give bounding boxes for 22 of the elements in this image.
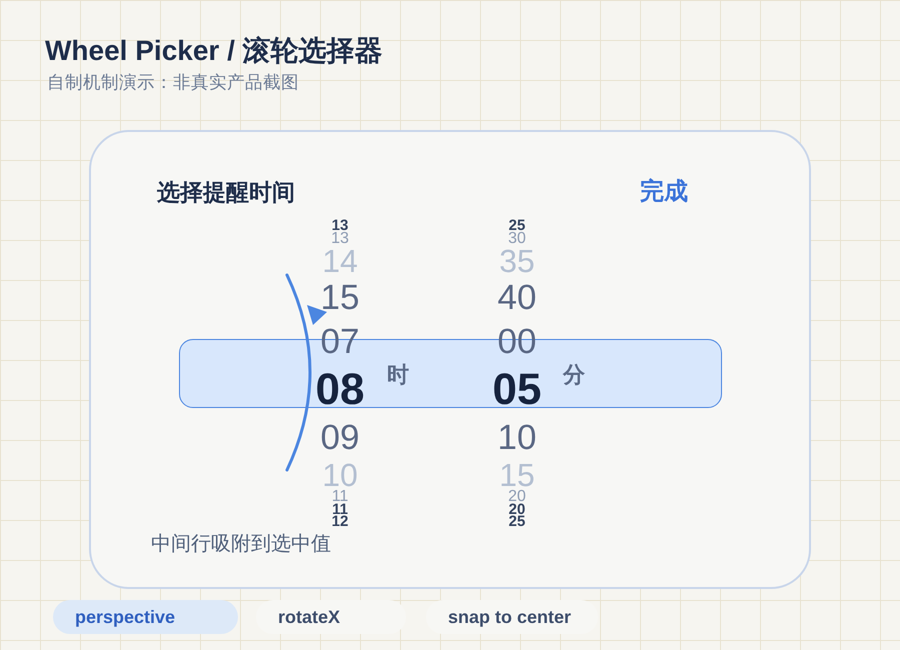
wheel-item[interactable]: 15 <box>320 276 360 320</box>
wheel-item[interactable]: 12 <box>332 516 348 528</box>
mode-tab[interactable]: perspective <box>53 600 238 634</box>
page-title: Wheel Picker / 滚轮选择器 <box>45 34 383 68</box>
wheel-item[interactable]: 11 <box>332 504 348 516</box>
wheel-item[interactable]: 25 <box>508 220 526 232</box>
picker-title: 选择提醒时间 <box>157 178 295 206</box>
wheel-item[interactable]: 08 <box>316 364 364 416</box>
wheel-item[interactable]: 05 <box>492 364 542 416</box>
caption-text: 中间行吸附到选中值 <box>151 533 331 555</box>
mode-tab[interactable]: snap to center <box>426 600 598 634</box>
done-button[interactable]: 完成 <box>640 178 688 206</box>
wheel-item[interactable]: 13 <box>332 220 348 232</box>
unit-label: 时 <box>387 363 409 387</box>
unit-label: 分 <box>563 363 585 387</box>
wheel-item[interactable]: 25 <box>508 516 526 528</box>
wheel-item[interactable]: 40 <box>498 276 536 320</box>
wheel-item[interactable]: 09 <box>320 416 360 460</box>
page-subtitle: 自制机制演示：非真实产品截图 <box>47 72 299 93</box>
wheel-item[interactable]: 20 <box>508 504 526 516</box>
mode-tab[interactable]: rotateX <box>256 600 406 634</box>
wheel-item[interactable]: 10 <box>498 416 536 460</box>
